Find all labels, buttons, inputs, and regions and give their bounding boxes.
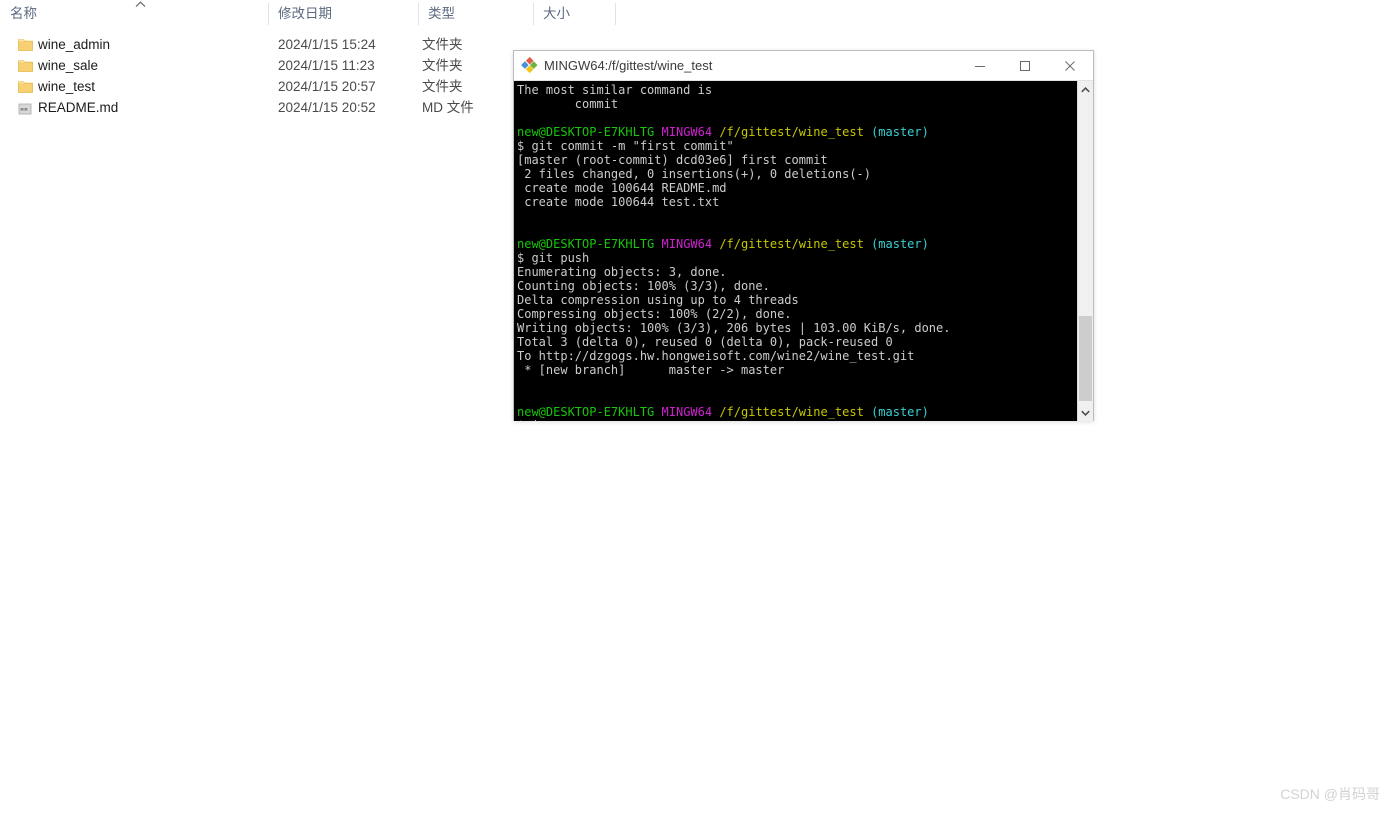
maximize-icon[interactable] xyxy=(1002,51,1047,80)
file-date: 2024/1/15 20:52 xyxy=(278,100,376,115)
file-icon xyxy=(18,102,33,115)
file-type: 文件夹 xyxy=(422,37,463,52)
file-name: wine_admin xyxy=(38,37,111,52)
column-divider[interactable] xyxy=(533,3,534,25)
terminal-body[interactable]: The most similar command is commit new@D… xyxy=(514,81,1093,421)
terminal-window: MINGW64:/f/gittest/wine_test The most si… xyxy=(513,50,1094,421)
file-type: 文件夹 xyxy=(422,58,463,73)
csdn-watermark: CSDN @肖码哥 xyxy=(1280,786,1380,802)
minimize-icon[interactable] xyxy=(957,51,1002,80)
close-icon[interactable] xyxy=(1047,51,1092,80)
folder-icon xyxy=(18,80,33,93)
chevron-up-icon xyxy=(135,1,146,8)
file-name: wine_test xyxy=(38,79,96,94)
file-type: 文件夹 xyxy=(422,79,463,94)
column-header-row: 名称 修改日期 类型 大小 xyxy=(0,0,1394,28)
terminal-scrollbar[interactable] xyxy=(1077,81,1093,421)
chevron-down-icon[interactable] xyxy=(1078,404,1093,421)
column-header-date[interactable]: 修改日期 xyxy=(268,0,418,28)
column-divider[interactable] xyxy=(418,3,419,25)
window-title: MINGW64:/f/gittest/wine_test xyxy=(544,58,713,73)
file-type: MD 文件 xyxy=(422,100,474,115)
scrollbar-thumb[interactable] xyxy=(1079,316,1092,401)
mintty-icon xyxy=(521,56,538,74)
file-name: wine_sale xyxy=(38,58,99,73)
column-header-name[interactable]: 名称 xyxy=(0,0,268,28)
folder-icon xyxy=(18,38,33,51)
column-header-type[interactable]: 类型 xyxy=(418,0,533,28)
window-titlebar[interactable]: MINGW64:/f/gittest/wine_test xyxy=(514,51,1093,81)
file-date: 2024/1/15 20:57 xyxy=(278,79,376,94)
column-divider[interactable] xyxy=(615,3,616,25)
column-header-size[interactable]: 大小 xyxy=(533,0,615,28)
chevron-up-icon[interactable] xyxy=(1078,81,1093,98)
file-date: 2024/1/15 11:23 xyxy=(278,58,375,73)
file-name: README.md xyxy=(38,100,119,115)
file-date: 2024/1/15 15:24 xyxy=(278,37,376,52)
folder-icon xyxy=(18,59,33,72)
terminal-output: The most similar command is commit new@D… xyxy=(517,83,1065,421)
column-divider[interactable] xyxy=(268,3,269,25)
